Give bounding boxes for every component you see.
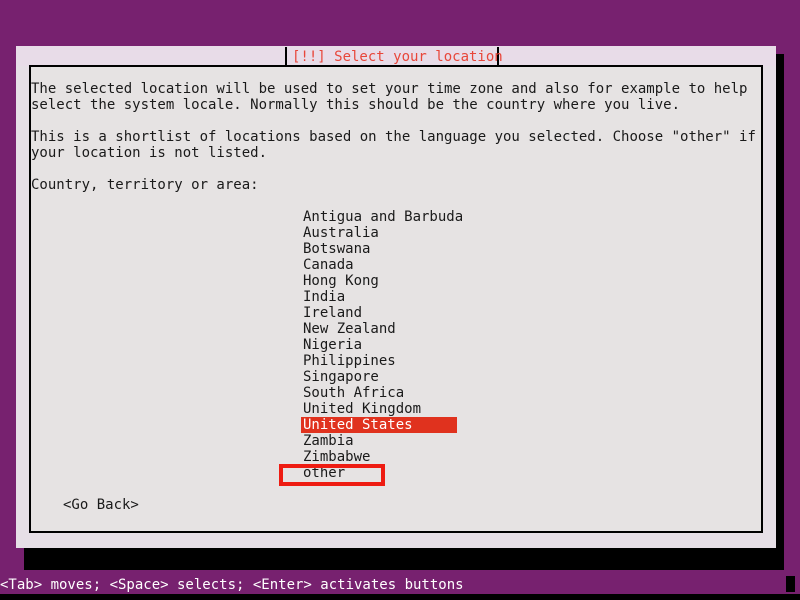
list-item-selected[interactable]: United States: [301, 417, 457, 433]
list-item[interactable]: Canada: [303, 257, 603, 273]
list-item[interactable]: Philippines: [303, 353, 603, 369]
title-rule-left: [29, 65, 285, 67]
status-bar-hint: <Tab> moves; <Space> selects; <Enter> ac…: [0, 577, 464, 593]
list-item[interactable]: Zimbabwe: [303, 449, 603, 465]
list-item[interactable]: Zambia: [303, 433, 603, 449]
country-prompt-label: Country, territory or area:: [31, 177, 259, 193]
terminal-cursor: [786, 576, 795, 592]
list-item[interactable]: United Kingdom: [303, 401, 603, 417]
list-item[interactable]: Singapore: [303, 369, 603, 385]
list-item[interactable]: India: [303, 289, 603, 305]
installer-screen: [!!] Select your location The selected l…: [0, 0, 800, 600]
list-item[interactable]: Hong Kong: [303, 273, 603, 289]
list-item[interactable]: Botswana: [303, 241, 603, 257]
title-bracket-left-icon: [285, 47, 287, 66]
list-item[interactable]: New Zealand: [303, 321, 603, 337]
page-title: [!!] Select your location: [292, 49, 503, 65]
title-rule-right: [499, 65, 761, 67]
list-item[interactable]: Nigeria: [303, 337, 603, 353]
description-paragraph-1: The selected location will be used to se…: [31, 81, 748, 113]
go-back-button[interactable]: <Go Back>: [63, 497, 139, 513]
list-item[interactable]: Antigua and Barbuda: [303, 209, 603, 225]
list-item[interactable]: Australia: [303, 225, 603, 241]
country-list[interactable]: Antigua and Barbuda Australia Botswana C…: [301, 209, 603, 481]
list-item[interactable]: Ireland: [303, 305, 603, 321]
bottom-edge-band: [0, 594, 800, 600]
description-paragraph-2: This is a shortlist of locations based o…: [31, 129, 756, 161]
console-band: [24, 548, 784, 570]
list-item-other[interactable]: other: [303, 465, 603, 481]
list-item[interactable]: South Africa: [303, 385, 603, 401]
